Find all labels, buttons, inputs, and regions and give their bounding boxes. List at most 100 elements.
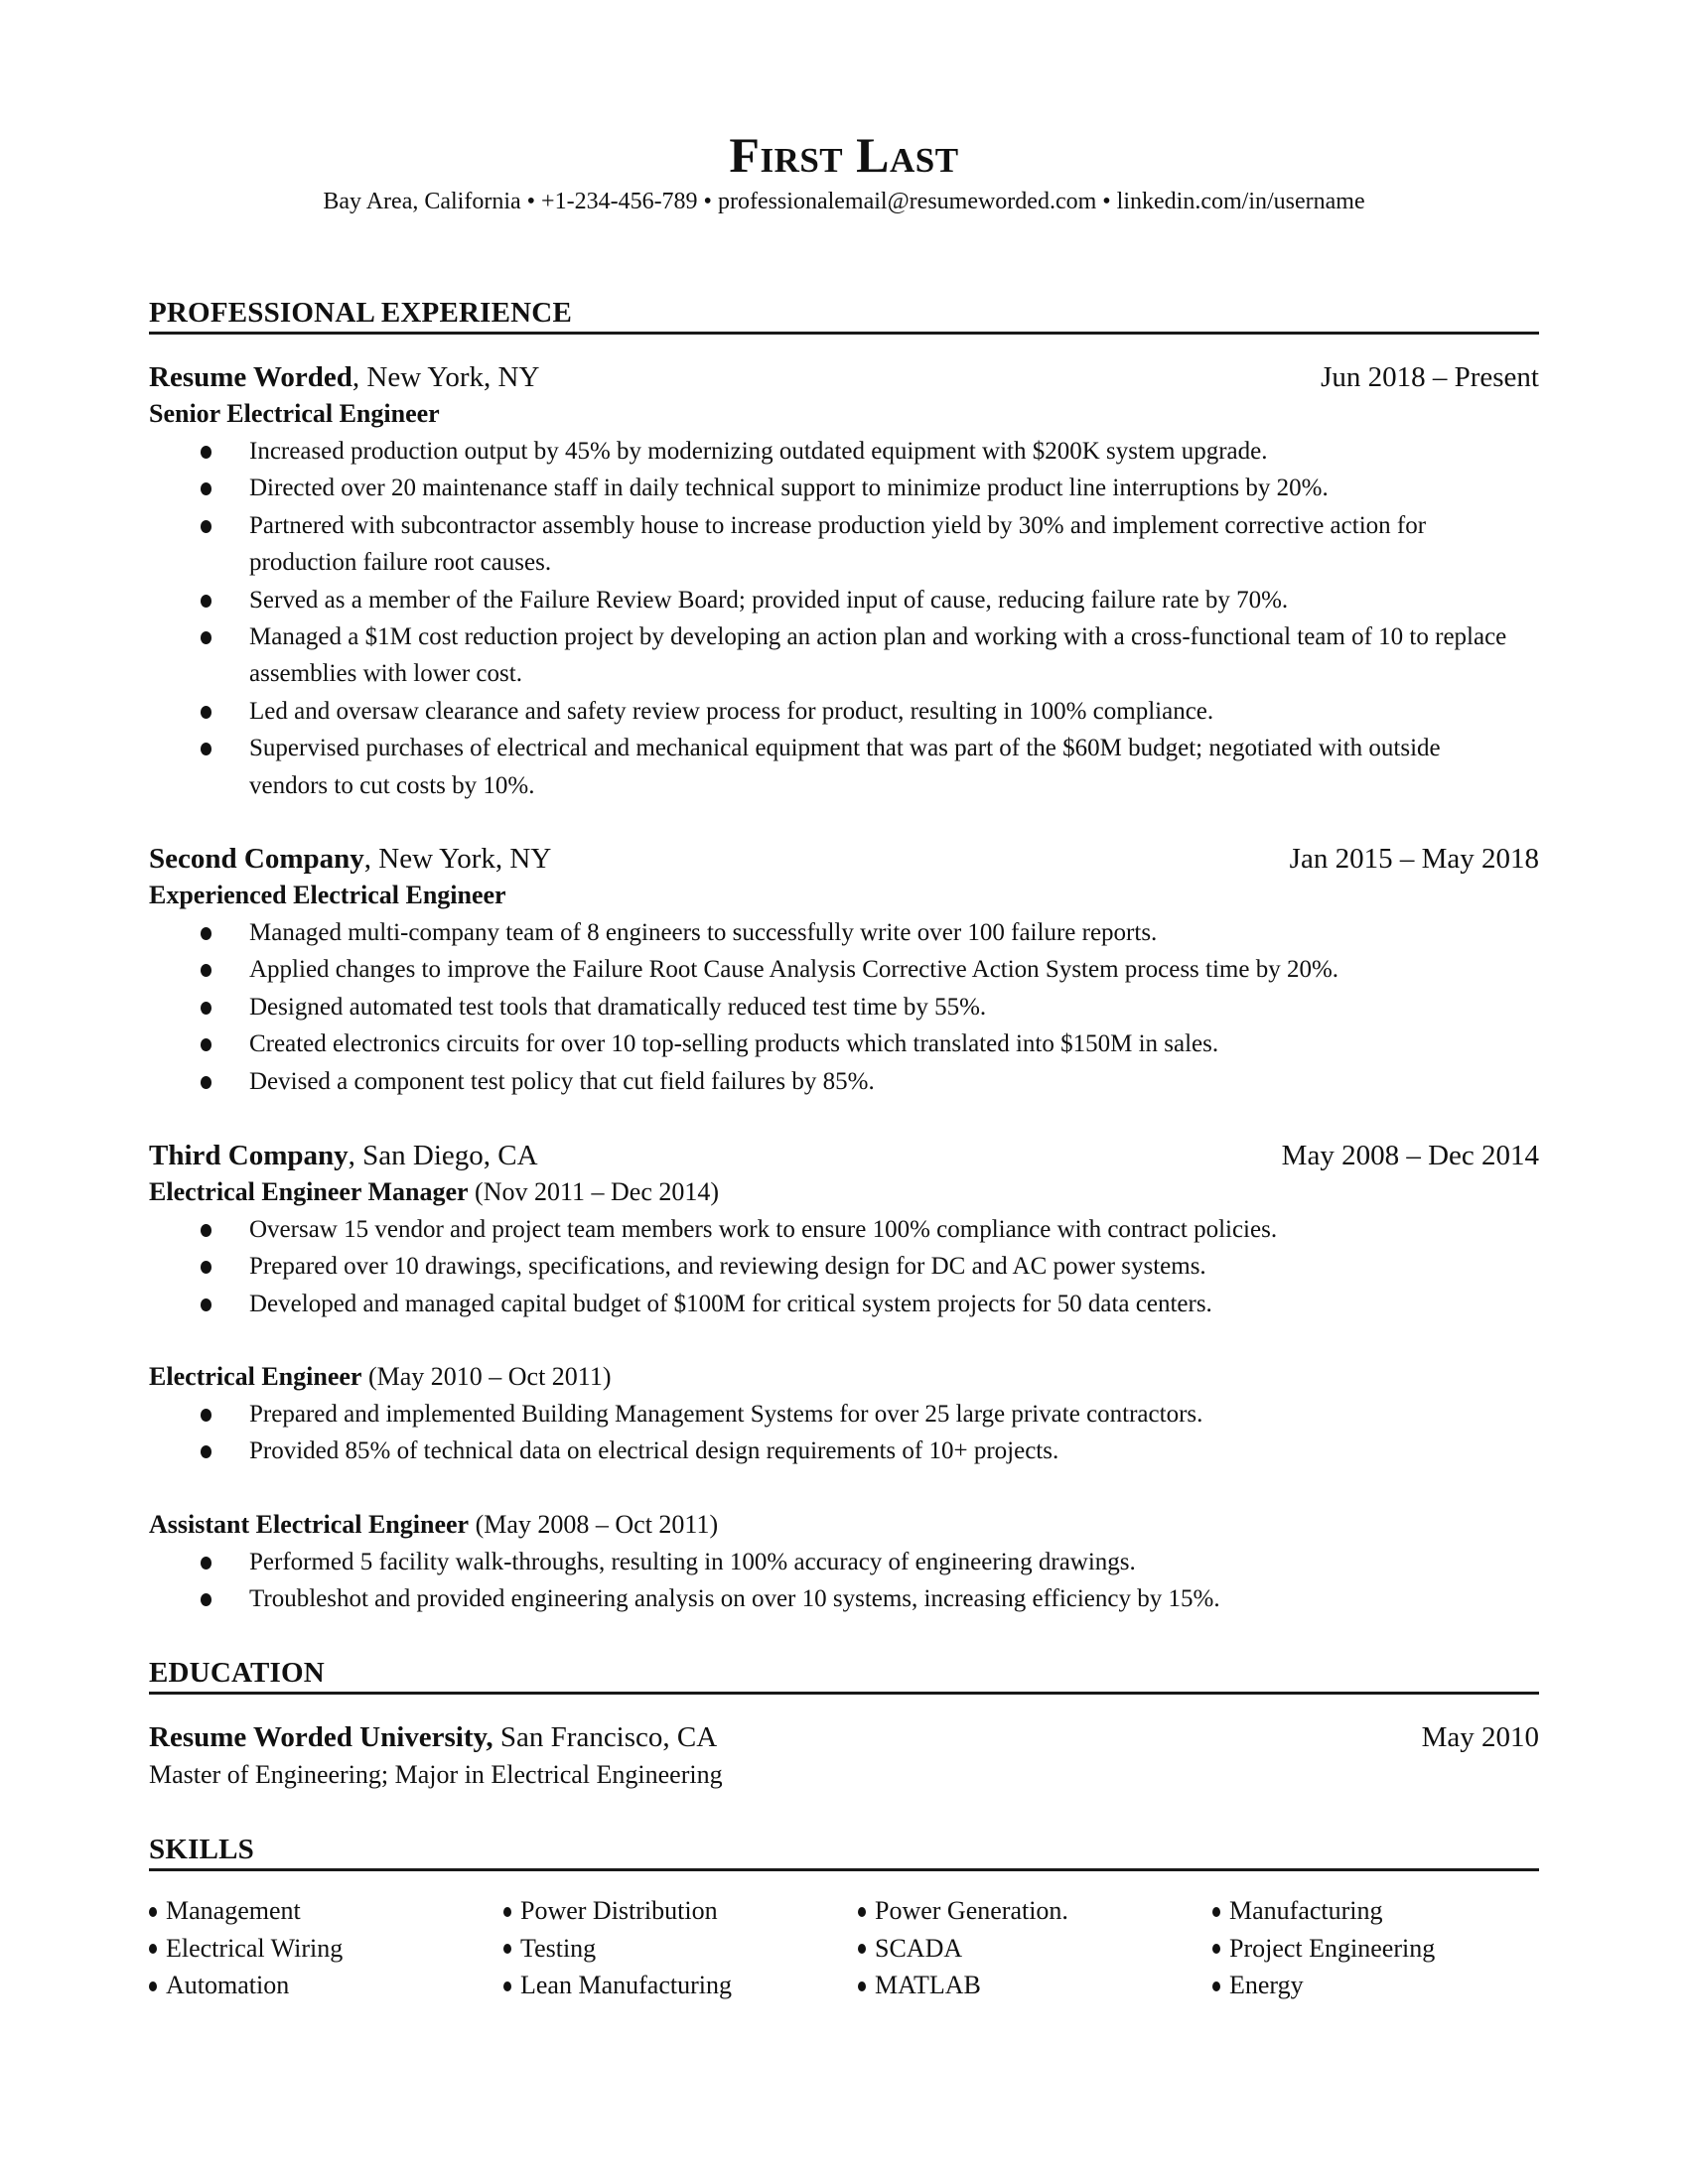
school-name: Resume Worded University, <box>149 1721 493 1753</box>
bullet-icon <box>201 482 211 496</box>
bullet-list: Managed multi-company team of 8 engineer… <box>149 914 1539 1100</box>
list-item: Created electronics circuits for over 10… <box>149 1025 1539 1062</box>
bullet-icon <box>201 594 211 608</box>
job-company-location: Second Company, New York, NY <box>149 841 551 877</box>
bullet-icon <box>201 1038 211 1052</box>
list-item: Supervised purchases of electrical and m… <box>149 730 1529 804</box>
company-location: , New York, NY <box>352 361 540 393</box>
graduation-date: May 2010 <box>1421 1721 1539 1753</box>
candidate-name: First Last <box>729 127 959 183</box>
role-period: (May 2008 – Oct 2011) <box>469 1510 719 1539</box>
bullet-list: Increased production output by 45% by mo… <box>149 433 1529 804</box>
job-header: Second Company, New York, NY Jan 2015 – … <box>149 841 1539 877</box>
list-item: Applied changes to improve the Failure R… <box>149 951 1539 988</box>
list-item: Served as a member of the Failure Review… <box>149 582 1529 618</box>
bullet-icon <box>858 1906 866 1917</box>
bullet-icon <box>503 1980 511 1991</box>
role-title: Electrical Engineer <box>149 1362 362 1391</box>
bullet-icon <box>201 519 211 533</box>
bullet-icon <box>201 1075 211 1089</box>
list-item: Partnered with subcontractor assembly ho… <box>149 507 1529 582</box>
list-item: Provided 85% of technical data on electr… <box>149 1433 1539 1469</box>
role-period: (May 2010 – Oct 2011) <box>361 1362 612 1391</box>
job-header: Third Company, San Diego, CA May 2008 – … <box>149 1138 1539 1173</box>
list-item: Troubleshot and provided engineering ana… <box>149 1580 1539 1617</box>
bullet-icon <box>201 964 211 978</box>
role-title-line: Electrical Engineer (May 2010 – Oct 2011… <box>149 1359 612 1395</box>
list-item: Performed 5 facility walk-throughs, resu… <box>149 1544 1539 1580</box>
bullet-icon <box>1212 1944 1220 1955</box>
job-dates: Jan 2015 – May 2018 <box>1289 843 1539 875</box>
role-title-line: Electrical Engineer Manager (Nov 2011 – … <box>149 1174 719 1210</box>
job-company-location: Third Company, San Diego, CA <box>149 1138 538 1173</box>
bullet-icon <box>149 1906 157 1917</box>
bullet-icon <box>149 1944 157 1955</box>
bullet-icon <box>858 1980 866 1991</box>
role-title-line: Experienced Electrical Engineer <box>149 878 506 913</box>
job-company-location: Resume Worded, New York, NY <box>149 359 539 395</box>
skill-item: Electrical Wiring <box>149 1930 503 1968</box>
bullet-icon <box>201 927 211 940</box>
job-dates: Jun 2018 – Present <box>1321 361 1539 393</box>
skill-item: Management <box>149 1892 503 1930</box>
school-location: Resume Worded University, San Francisco,… <box>149 1719 717 1755</box>
bullet-icon <box>201 705 211 719</box>
contact-line: Bay Area, California • +1-234-456-789 • … <box>323 189 1365 214</box>
bullet-icon <box>149 1980 157 1991</box>
bullet-icon <box>201 1409 211 1422</box>
bullet-icon <box>201 1557 211 1570</box>
bullet-icon <box>1212 1906 1220 1917</box>
skill-item: Energy <box>1212 1967 1539 2004</box>
company-location: , San Diego, CA <box>348 1140 538 1171</box>
list-item: Designed automated test tools that drama… <box>149 989 1539 1025</box>
bullet-icon <box>201 631 211 645</box>
education-header: Resume Worded University, San Francisco,… <box>149 1719 1539 1755</box>
section-title-education: EDUCATION <box>149 1657 325 1689</box>
section-title-skills: SKILLS <box>149 1834 254 1865</box>
list-item: Prepared and implemented Building Manage… <box>149 1396 1539 1433</box>
skill-item: Automation <box>149 1967 503 2004</box>
skill-item: Power Generation. <box>858 1892 1212 1930</box>
list-item: Led and oversaw clearance and safety rev… <box>149 693 1529 730</box>
bullet-icon <box>201 1593 211 1607</box>
bullet-list: Performed 5 facility walk-throughs, resu… <box>149 1544 1539 1618</box>
role-title-line: Senior Electrical Engineer <box>149 396 440 432</box>
bullet-icon <box>201 1224 211 1237</box>
company-name: Resume Worded <box>149 361 352 393</box>
bullet-icon <box>201 1297 211 1311</box>
role-title: Senior Electrical Engineer <box>149 399 440 428</box>
bullet-list: Oversaw 15 vendor and project team membe… <box>149 1211 1539 1322</box>
list-item: Directed over 20 maintenance staff in da… <box>149 470 1529 506</box>
skill-item: Testing <box>503 1930 858 1968</box>
bullet-icon <box>503 1906 511 1917</box>
skill-item: MATLAB <box>858 1967 1212 2004</box>
bullet-list: Prepared and implemented Building Manage… <box>149 1396 1539 1470</box>
section-divider <box>149 332 1539 335</box>
company-name: Third Company <box>149 1140 349 1171</box>
list-item: Devised a component test policy that cut… <box>149 1063 1539 1100</box>
section-title-experience: PROFESSIONAL EXPERIENCE <box>149 297 572 329</box>
bullet-icon <box>201 743 211 756</box>
role-title: Experienced Electrical Engineer <box>149 881 506 909</box>
skill-item: SCADA <box>858 1930 1212 1968</box>
company-name: Second Company <box>149 843 364 875</box>
list-item: Increased production output by 45% by mo… <box>149 433 1529 470</box>
bullet-icon <box>201 1261 211 1275</box>
list-item: Managed a $1M cost reduction project by … <box>149 618 1529 693</box>
school-location-text: San Francisco, CA <box>492 1721 718 1753</box>
section-divider <box>149 1692 1539 1695</box>
bullet-icon <box>1212 1980 1220 1991</box>
bullet-icon <box>858 1944 866 1955</box>
section-divider <box>149 1868 1539 1871</box>
skill-item: Manufacturing <box>1212 1892 1539 1930</box>
bullet-icon <box>201 1445 211 1459</box>
role-title: Assistant Electrical Engineer <box>149 1510 470 1539</box>
bullet-icon <box>201 446 211 459</box>
degree: Master of Engineering; Major in Electric… <box>149 1760 723 1789</box>
job-header: Resume Worded, New York, NY Jun 2018 – P… <box>149 359 1539 395</box>
bullet-icon <box>201 1001 211 1015</box>
skill-item: Power Distribution <box>503 1892 858 1930</box>
skills-grid: Management Power Distribution Power Gene… <box>149 1892 1539 2004</box>
role-title: Electrical Engineer Manager <box>149 1177 469 1206</box>
bullet-icon <box>503 1944 511 1955</box>
